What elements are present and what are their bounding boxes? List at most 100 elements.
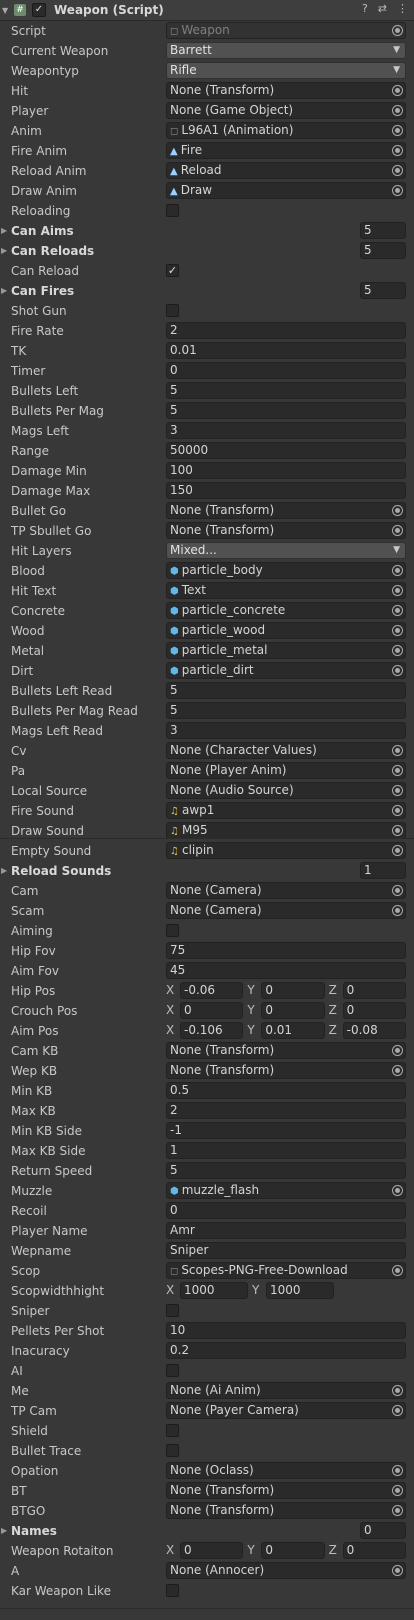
- field-crouch-pos-y[interactable]: 0: [261, 1002, 325, 1019]
- object-picker-icon[interactable]: [392, 745, 403, 756]
- object-picker-icon[interactable]: [392, 605, 403, 616]
- object-picker-icon[interactable]: [392, 645, 403, 656]
- object-field-fire-sound[interactable]: ♫ awp1: [166, 802, 406, 819]
- field-bullets-left-read[interactable]: 5: [166, 682, 406, 699]
- object-picker-icon[interactable]: [392, 905, 403, 916]
- object-field-fire-anim[interactable]: ▲ Fire: [166, 142, 406, 159]
- field-crouch-pos-z[interactable]: 0: [342, 1002, 406, 1019]
- object-picker-icon[interactable]: [392, 765, 403, 776]
- object-picker-icon[interactable]: [392, 125, 403, 136]
- object-field-hit-text[interactable]: ⬢ Text: [166, 582, 406, 599]
- fold-arrow-icon[interactable]: ▼: [2, 6, 10, 15]
- field-fire-rate[interactable]: 2: [166, 322, 406, 339]
- object-picker-icon[interactable]: [392, 1565, 403, 1576]
- field-aim-fov[interactable]: 45: [166, 962, 406, 979]
- object-picker-icon[interactable]: [392, 525, 403, 536]
- object-picker-icon[interactable]: [392, 565, 403, 576]
- field-pellets-per-shot[interactable]: 10: [166, 1322, 406, 1339]
- object-picker-icon[interactable]: [392, 625, 403, 636]
- object-picker-icon[interactable]: [392, 1065, 403, 1076]
- checkbox-ai[interactable]: [166, 1364, 179, 1377]
- object-picker-icon[interactable]: [392, 845, 403, 856]
- object-field-tp-cam[interactable]: None (Payer Camera): [166, 1402, 406, 1419]
- object-picker-icon[interactable]: [392, 805, 403, 816]
- object-field-cam-kb[interactable]: None (Transform): [166, 1042, 406, 1059]
- checkbox-bullet-trace[interactable]: [166, 1444, 179, 1457]
- object-picker-icon[interactable]: [392, 1505, 403, 1516]
- field-damage-max[interactable]: 150: [166, 482, 406, 499]
- field-mags-left-read[interactable]: 3: [166, 722, 406, 739]
- field-crouch-pos-x[interactable]: 0: [180, 1002, 244, 1019]
- object-field-draw-anim[interactable]: ▲ Draw: [166, 182, 406, 199]
- component-header[interactable]: ▼ # ✓ Weapon (Script) ? ⇄ ⋮: [0, 0, 414, 21]
- field-scopwidthhight-y[interactable]: 1000: [266, 1282, 334, 1299]
- object-field-pa[interactable]: None (Player Anim): [166, 762, 406, 779]
- field-tk[interactable]: 0.01: [166, 342, 406, 359]
- object-picker-icon[interactable]: [392, 1265, 403, 1276]
- object-field-scop[interactable]: ◻ Scopes-PNG-Free-Download: [166, 1262, 406, 1279]
- checkbox-shield[interactable]: [166, 1424, 179, 1437]
- expand-arrow-icon[interactable]: ▶: [1, 286, 7, 295]
- field-aim-pos-z[interactable]: -0.08: [342, 1022, 406, 1039]
- field-weapon-rotaiton-z[interactable]: 0: [342, 1542, 406, 1559]
- field-aim-pos-x[interactable]: -0.106: [180, 1022, 244, 1039]
- object-picker-icon[interactable]: [392, 165, 403, 176]
- object-picker-icon[interactable]: [392, 505, 403, 516]
- object-field-muzzle[interactable]: ⬢ muzzle_flash: [166, 1182, 406, 1199]
- object-field-metal[interactable]: ⬢ particle_metal: [166, 642, 406, 659]
- context-menu-icon[interactable]: ⋮: [397, 2, 408, 15]
- field-wepname[interactable]: Sniper: [166, 1242, 406, 1259]
- object-field-wep-kb[interactable]: None (Transform): [166, 1062, 406, 1079]
- field-min-kb-side[interactable]: -1: [166, 1122, 406, 1139]
- object-field-wood[interactable]: ⬢ particle_wood: [166, 622, 406, 639]
- object-picker-icon[interactable]: [392, 1385, 403, 1396]
- field-bullets-per-mag-read[interactable]: 5: [166, 702, 406, 719]
- field-scopwidthhight-x[interactable]: 1000: [180, 1282, 248, 1299]
- object-field-cam[interactable]: None (Camera): [166, 882, 406, 899]
- field-return-speed[interactable]: 5: [166, 1162, 406, 1179]
- enable-checkbox[interactable]: ✓: [32, 3, 46, 17]
- object-field-scam[interactable]: None (Camera): [166, 902, 406, 919]
- field-weapon-rotaiton-y[interactable]: 0: [261, 1542, 325, 1559]
- field-hip-pos-x[interactable]: -0.06: [180, 982, 244, 999]
- object-picker-icon[interactable]: [392, 825, 403, 836]
- array-size-reload-sounds[interactable]: 1: [360, 862, 406, 879]
- field-timer[interactable]: 0: [166, 362, 406, 379]
- object-field-draw-sound[interactable]: ♫ M95: [166, 822, 406, 839]
- object-picker-icon[interactable]: [392, 665, 403, 676]
- object-picker-icon[interactable]: [392, 785, 403, 796]
- array-size-can-aims[interactable]: 5: [360, 222, 406, 239]
- object-field-hit[interactable]: None (Transform): [166, 82, 406, 99]
- object-field-tp-sbullet-go[interactable]: None (Transform): [166, 522, 406, 539]
- expand-arrow-icon[interactable]: ▶: [1, 226, 7, 235]
- dropdown-current-weapon[interactable]: Barrett ▼: [166, 42, 406, 59]
- object-picker-icon[interactable]: [392, 885, 403, 896]
- checkbox-kar-weapon-like[interactable]: [166, 1584, 179, 1597]
- object-field-local-source[interactable]: None (Audio Source): [166, 782, 406, 799]
- object-field-anim[interactable]: ◻ L96A1 (Animation): [166, 122, 406, 139]
- array-size-can-reloads[interactable]: 5: [360, 242, 406, 259]
- expand-arrow-icon[interactable]: ▶: [1, 866, 7, 875]
- object-field-reload-anim[interactable]: ▲ Reload: [166, 162, 406, 179]
- help-icon[interactable]: ?: [362, 2, 368, 15]
- object-field-a[interactable]: None (Annocer): [166, 1562, 406, 1579]
- field-weapon-rotaiton-x[interactable]: 0: [180, 1542, 244, 1559]
- field-inacuracy[interactable]: 0.2: [166, 1342, 406, 1359]
- object-field-dirt[interactable]: ⬢ particle_dirt: [166, 662, 406, 679]
- field-damage-min[interactable]: 100: [166, 462, 406, 479]
- object-field-bullet-go[interactable]: None (Transform): [166, 502, 406, 519]
- field-hip-fov[interactable]: 75: [166, 942, 406, 959]
- expand-arrow-icon[interactable]: ▶: [1, 246, 7, 255]
- field-recoil[interactable]: 0: [166, 1202, 406, 1219]
- object-picker-icon[interactable]: [392, 1045, 403, 1056]
- object-picker-icon[interactable]: [392, 185, 403, 196]
- field-max-kb[interactable]: 2: [166, 1102, 406, 1119]
- object-field-concrete[interactable]: ⬢ particle_concrete: [166, 602, 406, 619]
- field-min-kb[interactable]: 0.5: [166, 1082, 406, 1099]
- field-bullets-left[interactable]: 5: [166, 382, 406, 399]
- object-field-bt[interactable]: None (Transform): [166, 1482, 406, 1499]
- object-picker-icon[interactable]: [392, 25, 403, 36]
- object-picker-icon[interactable]: [392, 145, 403, 156]
- object-field-empty-sound[interactable]: ♫ clipin: [166, 842, 406, 859]
- expand-arrow-icon[interactable]: ▶: [1, 1526, 7, 1535]
